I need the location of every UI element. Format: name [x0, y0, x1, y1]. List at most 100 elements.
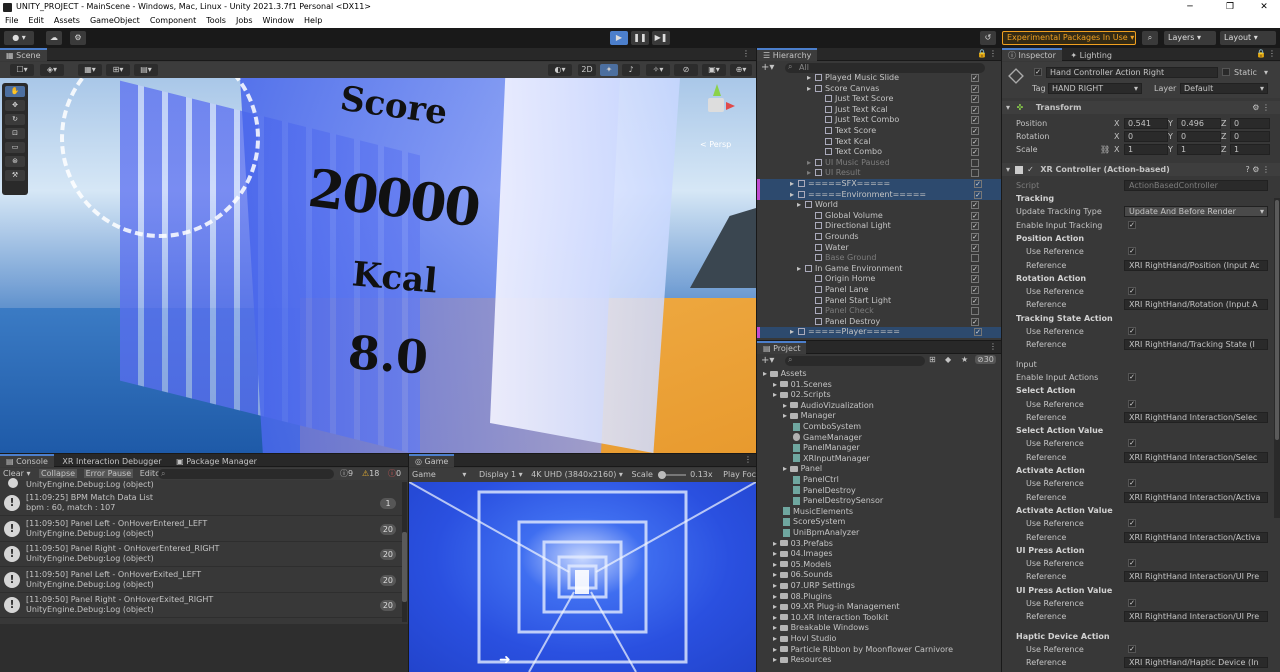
game-menu-icon[interactable]: ⋮ — [744, 455, 752, 464]
reference-field[interactable]: XRI RightHand Interaction/UI Pre — [1124, 611, 1268, 623]
grid-icon[interactable]: ▤▾ — [134, 64, 158, 76]
component-header[interactable]: ▾ ✓ XR Controller (Action-based) ? ⚙ ⋮ — [1002, 163, 1280, 176]
hierarchy-menu-icon[interactable]: ⋮ — [989, 49, 997, 58]
property-checkbox[interactable]: ✓ — [1128, 479, 1136, 488]
effects-icon[interactable]: ✧▾ — [646, 64, 670, 76]
visibility-checkbox[interactable] — [971, 254, 979, 263]
inspector-scrollbar[interactable] — [1274, 198, 1280, 518]
visibility-checkbox[interactable] — [971, 158, 979, 167]
scale-tool-icon[interactable]: ⊡ — [5, 128, 25, 139]
menu-window[interactable]: Window — [262, 16, 294, 25]
rect-tool-icon[interactable]: ▭ — [5, 142, 25, 153]
visibility-checkbox[interactable]: ✓ — [974, 190, 982, 199]
hierarchy-item[interactable]: Water ✓ — [757, 243, 1001, 254]
project-item[interactable]: ▸ Hovl Studio — [773, 634, 836, 645]
audio-icon[interactable]: ♪ — [622, 64, 640, 76]
error-pause-button[interactable]: Error Pause — [83, 469, 134, 478]
project-item[interactable]: ▸ Assets — [763, 369, 807, 380]
project-item[interactable]: ▸ 02.Scripts — [773, 390, 831, 401]
visibility-checkbox[interactable]: ✓ — [971, 233, 979, 241]
project-item[interactable]: ▸ 08.Plugins — [773, 592, 832, 603]
menu-file[interactable]: File — [5, 16, 18, 25]
foldout-arrow-icon[interactable]: ▸ — [763, 369, 770, 378]
hierarchy-item[interactable]: Global Volume ✓ — [757, 211, 1001, 222]
menu-jobs[interactable]: Jobs — [236, 16, 253, 25]
hierarchy-item[interactable]: Panel Destroy ✓ — [757, 317, 1001, 328]
console-search-input[interactable]: ⌕ — [158, 469, 334, 479]
hierarchy-item[interactable]: Origin Home ✓ — [757, 274, 1001, 285]
hierarchy-item[interactable]: ▸ =====Environment===== ✓ — [757, 189, 1001, 201]
hierarchy-item[interactable]: Panel Start Light ✓ — [757, 296, 1001, 307]
scene-viewport[interactable]: Score 20000 Kcal 8.0 ✋ ✥ ↻ ⊡ ▭ ⊛ ⚒ < Per… — [0, 78, 756, 453]
close-button[interactable]: ✕ — [1246, 0, 1280, 14]
hierarchy-item[interactable]: ▸ World ✓ — [757, 200, 1001, 211]
reference-field[interactable]: XRI RightHand Interaction/Activa — [1124, 531, 1268, 543]
project-item[interactable]: ComboSystem — [793, 422, 861, 433]
visibility-checkbox[interactable]: ✓ — [971, 201, 979, 210]
hierarchy-item[interactable]: Panel Check — [757, 306, 1001, 317]
play-button[interactable]: ▶ — [610, 31, 628, 45]
hierarchy-item[interactable]: ▸ UI Result — [757, 168, 1001, 179]
hierarchy-item[interactable]: Base Ground — [757, 253, 1001, 264]
foldout-arrow-icon[interactable]: ▸ — [773, 539, 780, 548]
foldout-arrow-icon[interactable]: ▸ — [807, 158, 811, 169]
foldout-arrow-icon[interactable]: ▸ — [807, 84, 811, 95]
tag-dropdown[interactable]: HAND RIGHT ▾ — [1048, 83, 1142, 94]
link-scale-icon[interactable]: ⛓ — [1100, 143, 1110, 156]
project-search-input[interactable] — [785, 356, 925, 366]
foldout-arrow-icon[interactable]: ▸ — [790, 190, 794, 201]
visibility-checkbox[interactable]: ✓ — [971, 264, 979, 273]
project-item[interactable]: ▸ 01.Scenes — [773, 380, 832, 391]
foldout-arrow-icon[interactable]: ▸ — [797, 200, 801, 211]
foldout-arrow-icon[interactable]: ▸ — [773, 613, 780, 622]
menu-component[interactable]: Component — [150, 16, 196, 25]
search-by-label-icon[interactable]: ◆ — [945, 355, 951, 364]
reference-field[interactable]: XRI RightHand Interaction/UI Pre — [1124, 571, 1268, 583]
position-y-field[interactable]: 0.496 — [1177, 118, 1221, 129]
visibility-checkbox[interactable]: ✓ — [971, 95, 979, 104]
camera-icon[interactable]: ▣▾ — [702, 64, 726, 76]
foldout-arrow-icon[interactable]: ▸ — [773, 602, 780, 611]
move-tool-icon[interactable]: ✥ — [5, 100, 25, 111]
hierarchy-item[interactable]: Just Text Score ✓ — [757, 94, 1001, 105]
persp-label[interactable]: < Persp — [700, 140, 731, 149]
orientation-gizmo[interactable] — [696, 84, 736, 130]
visibility-checkbox[interactable]: ✓ — [974, 328, 982, 337]
static-dropdown-icon[interactable]: ▾ — [1264, 68, 1268, 77]
hierarchy-item[interactable]: ▸ In Game Environment ✓ — [757, 264, 1001, 275]
component-menu-icon[interactable]: ? ⚙ ⋮ — [1245, 163, 1270, 176]
resolution-dropdown[interactable]: 4K UHD (3840x2160) ▾ — [531, 470, 623, 479]
visibility-checkbox[interactable]: ✓ — [974, 180, 982, 188]
maximize-button[interactable]: ❐ — [1212, 0, 1248, 14]
visibility-checkbox[interactable]: ✓ — [971, 317, 979, 326]
console-entry[interactable]: ! [11:09:25] BPM Match Data List bpm : 60,… — [0, 491, 404, 516]
visibility-checkbox[interactable] — [971, 169, 979, 178]
menu-tools[interactable]: Tools — [206, 16, 226, 25]
project-item[interactable]: PanelDestroySensor — [793, 496, 883, 507]
property-checkbox[interactable]: ✓ — [1128, 599, 1136, 607]
property-checkbox[interactable]: ✓ — [1128, 644, 1136, 653]
minimize-button[interactable]: ─ — [1172, 0, 1208, 14]
property-checkbox[interactable]: ✓ — [1128, 519, 1136, 528]
create-icon[interactable]: +▾ — [761, 355, 774, 366]
property-checkbox[interactable]: ✓ — [1128, 287, 1136, 296]
hierarchy-item[interactable]: ▸ Score Canvas ✓ — [757, 84, 1001, 95]
favorite-icon[interactable]: ★ — [961, 355, 968, 364]
position-x-field[interactable]: 0.541 — [1124, 118, 1168, 129]
experimental-packages-dropdown[interactable]: Experimental Packages In Use ▾ — [1002, 31, 1136, 45]
foldout-arrow-icon[interactable]: ▸ — [773, 549, 780, 558]
warning-filter[interactable]: ⚠18 — [362, 468, 379, 480]
step-button[interactable]: ▶❚ — [652, 31, 670, 45]
toggle-2d-button[interactable]: 2D — [578, 64, 596, 76]
foldout-arrow-icon[interactable]: ▸ — [773, 570, 780, 579]
reference-field[interactable]: XRI RightHand Interaction/Activa — [1124, 491, 1268, 503]
component-enabled-checkbox[interactable]: ✓ — [1027, 165, 1034, 174]
layers-dropdown[interactable]: Layers ▾ — [1164, 31, 1216, 45]
tab-hierarchy[interactable]: ☰ Hierarchy — [757, 48, 818, 61]
scene-menu-icon[interactable]: ⋮ — [742, 49, 750, 58]
visibility-checkbox[interactable]: ✓ — [971, 105, 979, 114]
scale-y-field[interactable]: 1 — [1177, 144, 1221, 155]
property-checkbox[interactable]: ✓ — [1128, 372, 1136, 381]
hierarchy-search-input[interactable]: All — [785, 63, 985, 73]
visibility-checkbox[interactable]: ✓ — [971, 286, 979, 294]
